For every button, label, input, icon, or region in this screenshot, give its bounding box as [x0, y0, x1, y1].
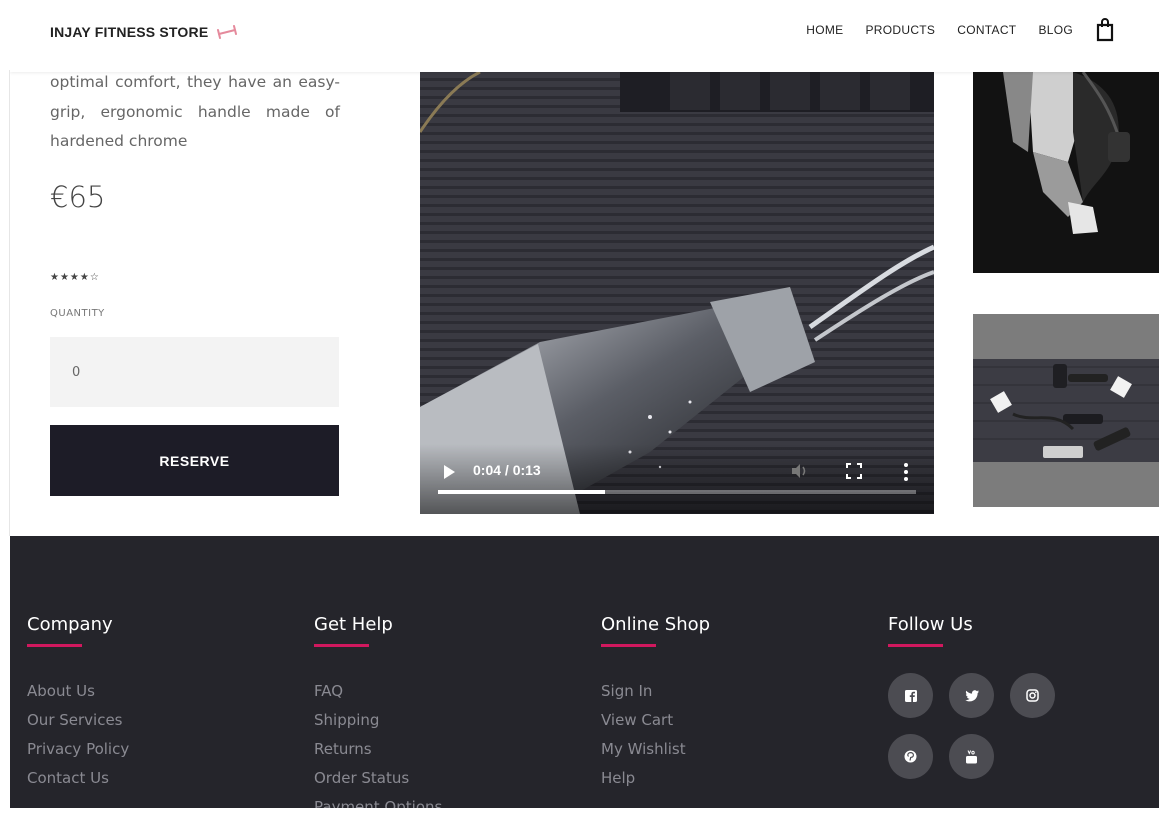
- quantity-label: QUANTITY: [50, 308, 105, 319]
- video-progress-fill: [438, 490, 606, 494]
- footer-link-sign-in[interactable]: Sign In: [601, 677, 710, 706]
- quantity-input[interactable]: [50, 337, 339, 407]
- twitter-icon[interactable]: [949, 673, 994, 718]
- footer-link-contact-us[interactable]: Contact Us: [27, 764, 129, 793]
- logo-text: INJAY FITNESS STORE: [50, 24, 209, 40]
- heading-underline: [601, 644, 656, 647]
- workout-photo-image: [973, 72, 1159, 273]
- heading-underline: [27, 644, 82, 647]
- nav-home[interactable]: HOME: [806, 23, 843, 37]
- footer-column-online-shop: Online Shop Sign In View Cart My Wishlis…: [601, 614, 710, 793]
- footer-link-shipping[interactable]: Shipping: [314, 706, 442, 735]
- logo[interactable]: INJAY FITNESS STORE: [50, 24, 240, 40]
- youtube-icon[interactable]: [949, 734, 994, 779]
- footer-heading-company: Company: [27, 614, 113, 635]
- footer-link-privacy-policy[interactable]: Privacy Policy: [27, 735, 129, 764]
- nav-products[interactable]: PRODUCTS: [865, 23, 935, 37]
- footer-link-view-cart[interactable]: View Cart: [601, 706, 710, 735]
- fullscreen-icon[interactable]: [846, 463, 862, 479]
- footer-column-company: Company About Us Our Services Privacy Po…: [27, 614, 129, 793]
- product-description: optimal comfort, they have an easy-grip,…: [50, 73, 340, 150]
- heading-underline: [314, 644, 369, 647]
- footer-link-order-status[interactable]: Order Status: [314, 764, 442, 793]
- main-nav: HOME PRODUCTS CONTACT BLOG: [784, 18, 1115, 42]
- social-links: [888, 673, 1128, 795]
- rating-stars: ★★★★☆: [50, 272, 100, 283]
- site-header: INJAY FITNESS STORE HOME PRODUCTS CONTAC…: [10, 0, 1159, 72]
- equipment-photo-image: [973, 314, 1159, 507]
- instagram-icon[interactable]: [1010, 673, 1055, 718]
- footer-column-get-help: Get Help FAQ Shipping Returns Order Stat…: [314, 614, 442, 808]
- page: INJAY FITNESS STORE HOME PRODUCTS CONTAC…: [10, 0, 1159, 808]
- volume-icon[interactable]: [790, 462, 808, 480]
- footer-link-help[interactable]: Help: [601, 764, 710, 793]
- footer-link-payment-options[interactable]: Payment Options: [314, 793, 442, 808]
- video-progress-bar[interactable]: [438, 490, 916, 494]
- pinterest-icon[interactable]: [888, 734, 933, 779]
- nav-blog[interactable]: BLOG: [1038, 23, 1073, 37]
- footer-heading-get-help: Get Help: [314, 614, 393, 635]
- product-video[interactable]: 0:04 / 0:13: [420, 72, 934, 514]
- video-time: 0:04 / 0:13: [473, 462, 541, 478]
- more-options-icon[interactable]: [902, 462, 910, 482]
- shopping-bag-icon[interactable]: [1095, 18, 1115, 42]
- footer-link-faq[interactable]: FAQ: [314, 677, 442, 706]
- nav-contact[interactable]: CONTACT: [957, 23, 1016, 37]
- footer-link-our-services[interactable]: Our Services: [27, 706, 129, 735]
- product-price: €65: [50, 180, 106, 214]
- content-border: [9, 70, 10, 536]
- footer-link-about-us[interactable]: About Us: [27, 677, 129, 706]
- facebook-icon[interactable]: [888, 673, 933, 718]
- dumbbell-icon: [217, 25, 238, 39]
- video-controls: 0:04 / 0:13: [420, 444, 934, 514]
- footer-link-my-wishlist[interactable]: My Wishlist: [601, 735, 710, 764]
- heading-underline: [888, 644, 943, 647]
- site-footer: Company About Us Our Services Privacy Po…: [10, 536, 1159, 808]
- thumbnail-equipment-photo[interactable]: [973, 314, 1159, 507]
- footer-heading-follow-us: Follow Us: [888, 614, 973, 635]
- footer-heading-online-shop: Online Shop: [601, 614, 711, 635]
- thumbnail-workout-photo[interactable]: [973, 72, 1159, 273]
- reserve-button[interactable]: RESERVE: [50, 425, 339, 496]
- footer-link-returns[interactable]: Returns: [314, 735, 442, 764]
- footer-column-follow-us: Follow Us: [888, 614, 1128, 795]
- play-icon[interactable]: [442, 464, 456, 480]
